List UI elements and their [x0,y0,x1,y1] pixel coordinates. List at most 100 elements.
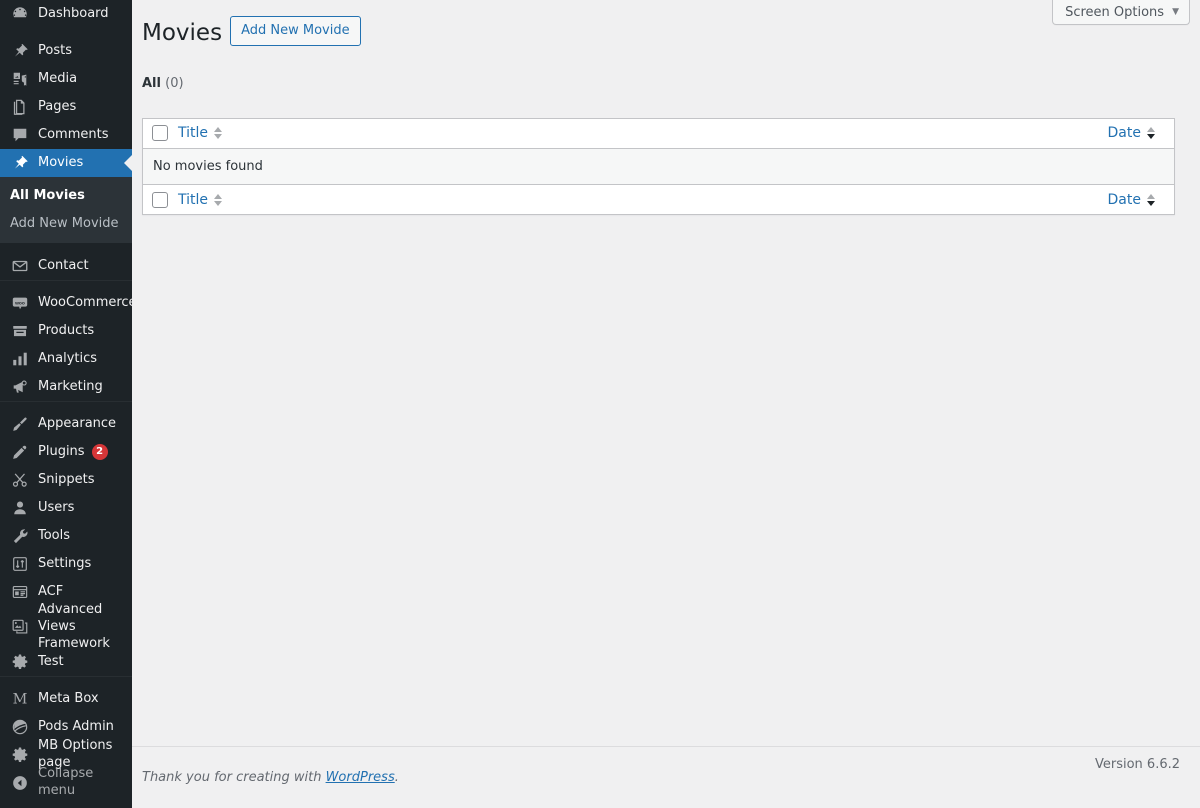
view-all: All (0) [142,76,184,91]
sidebar-separator [0,401,132,410]
sort-by-title-bottom[interactable]: Title [178,192,223,208]
sidebar-item-pages[interactable]: Pages [0,93,132,121]
sidebar-item-pods-admin[interactable]: Pods Admin [0,713,132,741]
sort-indicator-icon [1147,193,1156,206]
sidebar-item-tools[interactable]: Tools [0,522,132,550]
sort-indicator-icon [1147,127,1156,140]
sidebar-item-settings[interactable]: Settings [0,550,132,578]
sidebar-item-all-movies[interactable]: All Movies [0,182,132,210]
sort-by-date-top[interactable]: Date [1108,125,1156,141]
admin-footer: Thank you for creating with WordPress. V… [132,746,1200,808]
sidebar-item-marketing[interactable]: Marketing [0,373,132,401]
sidebar-item-meta-box[interactable]: M Meta Box [0,685,132,713]
column-footer-date: Date [580,184,1174,215]
pin-icon [10,153,30,173]
add-new-movie-button[interactable]: Add New Movide [230,16,361,47]
column-header-title-label: Title [178,125,209,142]
sidebar-item-plugins[interactable]: Plugins 2 [0,438,132,466]
sidebar-item-collapse-menu[interactable]: Collapse menu [0,766,132,799]
gear-icon [10,652,30,672]
scissors-icon [10,470,30,490]
column-header-title: Title [178,118,581,149]
sidebar-item-label: Media [38,70,78,86]
sidebar-item-advanced-views-framework[interactable]: Advanced Views Framework [0,602,132,651]
sidebar-item-appearance[interactable]: Appearance [0,410,132,438]
sidebar-item-label: Pods Admin [38,718,114,734]
sidebar-item-label: Dashboard [38,5,109,21]
comments-icon [10,125,30,145]
acf-icon [10,582,30,602]
sidebar-item-media[interactable]: Media [0,65,132,93]
admin-screen: Dashboard Posts Media Pages Comments Mov… [0,0,1200,808]
sidebar-item-label: Collapse menu [38,766,94,799]
sidebar-item-woocommerce[interactable]: woo WooCommerce [0,289,132,317]
sidebar-separator [0,676,132,685]
screen-options-label: Screen Options [1065,4,1165,20]
pods-icon [10,717,30,737]
sort-by-date-bottom[interactable]: Date [1108,192,1156,208]
sliders-icon [10,554,30,574]
collapse-icon [10,773,30,793]
sidebar-separator [0,280,132,289]
table-foot: Title Date [143,184,1174,215]
sidebar-item-label: Users [38,499,75,515]
sidebar-item-test[interactable]: Test [0,648,132,676]
sidebar-item-contact[interactable]: Contact [0,252,132,280]
table-empty-row: No movies found [143,148,1174,185]
sidebar-item-label: Comments [38,126,109,142]
sidebar-item-posts[interactable]: Posts [0,37,132,65]
sidebar-item-label: Products [38,322,95,338]
sidebar-item-comments[interactable]: Comments [0,121,132,149]
column-footer-date-label: Date [1107,191,1141,208]
sidebar-item-label: Meta Box [38,690,99,706]
screen-options-button[interactable]: Screen Options ▼ [1052,0,1190,25]
page-title-row: Movies Add New Movide [142,10,1180,53]
products-icon [10,321,30,341]
plug-icon [10,442,30,462]
envelope-icon [10,256,30,276]
sidebar-item-movies[interactable]: Movies [0,149,132,177]
sidebar-item-mb-options-page[interactable]: MB Options page [0,738,132,770]
metabox-m-icon: M [10,689,30,709]
wrench-icon [10,526,30,546]
pages-icon [10,97,30,117]
svg-text:M: M [13,692,28,708]
sidebar-item-label: Contact [38,257,89,273]
select-all-checkbox-bottom[interactable] [152,191,168,208]
sidebar-item-label: Snippets [38,471,95,487]
sidebar-item-snippets[interactable]: Snippets [0,466,132,494]
footer-thankyou: Thank you for creating with WordPress. [142,770,399,785]
sidebar-item-dashboard[interactable]: Dashboard [0,0,132,28]
sidebar-item-label: Settings [38,555,92,571]
dashboard-icon [10,4,30,24]
sidebar-item-label: Plugins [38,443,85,459]
table-footer-row: Title Date [143,184,1174,215]
sidebar-item-label: Marketing [38,378,103,394]
sidebar-item-users[interactable]: Users [0,494,132,522]
sidebar-item-analytics[interactable]: Analytics [0,345,132,373]
sidebar-separator [0,28,132,37]
view-all-link[interactable]: All [142,76,161,91]
chart-bar-icon [10,349,30,369]
sidebar-item-label: Posts [38,42,72,58]
footer-thanks-suffix: . [394,770,399,785]
sidebar-item-products[interactable]: Products [0,317,132,345]
sidebar-item-label: Tools [38,527,71,543]
footer-version: Version 6.6.2 [1094,757,1180,772]
sort-indicator-icon [214,127,223,140]
sidebar-item-label: WooCommerce [38,294,132,310]
sidebar-submenu-movies: All Movies Add New Movide [0,177,132,244]
plugins-update-count-badge: 2 [91,444,108,461]
column-footer-title: Title [178,184,581,215]
media-icon [10,69,30,89]
wordpress-link[interactable]: WordPress [326,770,395,785]
sort-indicator-icon [214,193,223,206]
sidebar-item-label: Analytics [38,350,98,366]
sort-by-title-top[interactable]: Title [178,125,223,141]
screen-meta-links: Screen Options ▼ [1052,0,1190,25]
sidebar-item-label: Advanced Views Framework [38,601,110,651]
select-all-footer [143,184,178,215]
select-all-checkbox-top[interactable] [152,125,168,142]
sidebar-item-label: Test [38,653,64,669]
sidebar-item-add-new-movie[interactable]: Add New Movide [0,210,132,238]
